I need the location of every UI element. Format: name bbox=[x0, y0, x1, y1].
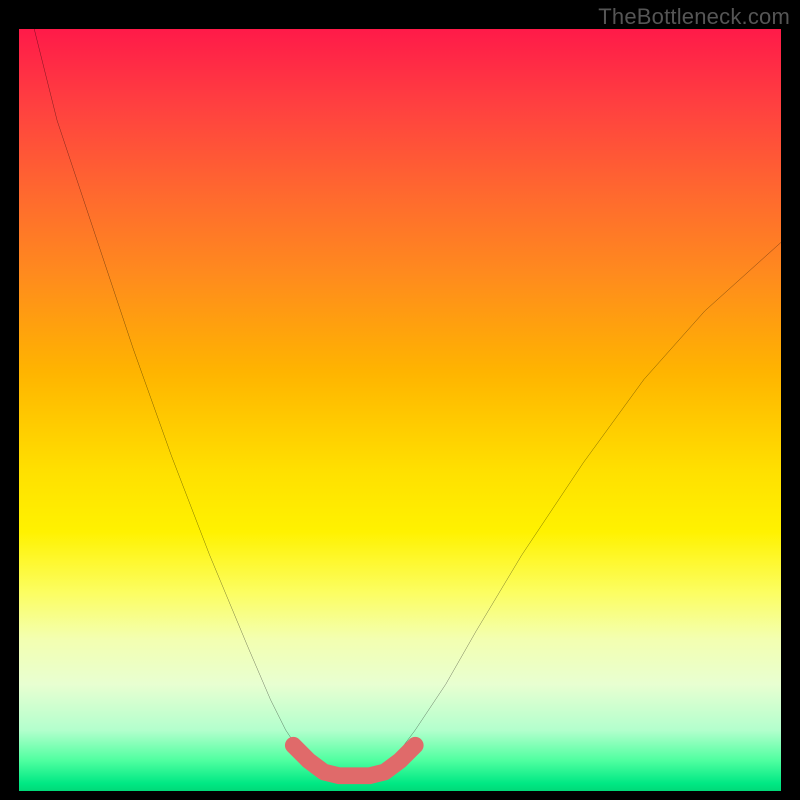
chart-frame: TheBottleneck.com bbox=[0, 0, 800, 800]
bottom-highlight-path bbox=[293, 745, 415, 775]
right-curve-path bbox=[377, 242, 781, 775]
curve-layer bbox=[19, 29, 781, 791]
attribution-label: TheBottleneck.com bbox=[598, 4, 790, 30]
left-curve-path bbox=[34, 29, 331, 776]
plot-area bbox=[19, 29, 781, 791]
